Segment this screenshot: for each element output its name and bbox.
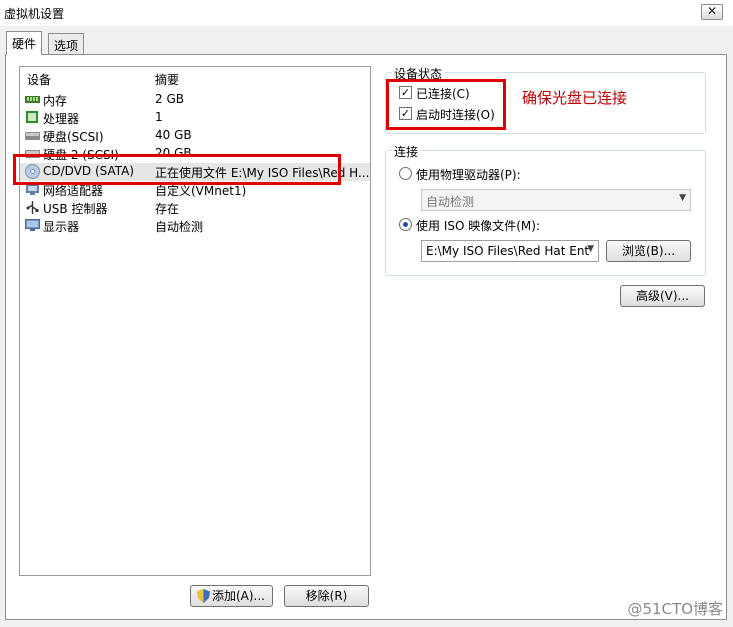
vm-settings-window: 虚拟机设置 ✕ 硬件 选项 设备 摘要 内存 2 GB 处理器 1 硬盘(SCS…: [0, 0, 733, 627]
annotation-text: 确保光盘已连接: [522, 89, 628, 107]
remove-button[interactable]: 移除(R): [284, 585, 369, 607]
advanced-button[interactable]: 高级(V)...: [620, 285, 705, 307]
chevron-down-icon: ▼: [679, 193, 686, 203]
device-row-hard-disk[interactable]: 硬盘(SCSI) 40 GB: [20, 127, 370, 145]
processor-icon: [25, 111, 40, 124]
device-row-memory[interactable]: 内存 2 GB: [20, 91, 370, 109]
device-name: 处理器: [43, 112, 80, 126]
iso-image-label[interactable]: 使用 ISO 映像文件(M):: [416, 217, 540, 234]
device-row-display[interactable]: 显示器 自动检测: [20, 217, 370, 235]
column-header-summary[interactable]: 摘要: [155, 71, 179, 88]
cd-dvd-highlight-box: [13, 154, 341, 185]
device-row-usb-controller[interactable]: USB 控制器 存在: [20, 199, 370, 217]
device-row-processor[interactable]: 处理器 1: [20, 109, 370, 127]
device-summary: 2 GB: [155, 92, 184, 106]
close-button[interactable]: ✕: [701, 4, 723, 20]
device-name: USB 控制器: [43, 202, 108, 216]
connection-label: 连接: [392, 143, 421, 160]
hard-disk-icon: [25, 129, 40, 142]
iso-image-radio[interactable]: [399, 218, 412, 231]
device-summary: 40 GB: [155, 128, 192, 142]
physical-drive-select[interactable]: 自动检测 ▼: [421, 189, 691, 211]
device-name: 内存: [43, 94, 68, 108]
device-summary: 1: [155, 110, 163, 124]
device-list[interactable]: 设备 摘要 内存 2 GB 处理器 1 硬盘(SCSI) 40 GB 硬盘 2 …: [19, 66, 371, 576]
device-summary: 存在: [155, 202, 180, 216]
memory-icon: [25, 93, 40, 106]
usb-icon: [25, 201, 40, 214]
shield-icon: [197, 589, 210, 609]
tab-hardware[interactable]: 硬件: [6, 31, 43, 55]
device-name: 硬盘(SCSI): [43, 130, 104, 144]
device-status-highlight-box: [386, 79, 506, 130]
column-header-device[interactable]: 设备: [27, 71, 51, 88]
tab-options[interactable]: 选项: [48, 33, 85, 55]
window-title: 虚拟机设置: [4, 7, 65, 21]
watermark: @51CTO博客: [627, 600, 723, 618]
title-bar: 虚拟机设置 ✕: [0, 0, 733, 26]
iso-path-value: E:\My ISO Files\Red Hat Ent: [426, 244, 590, 258]
add-button[interactable]: 添加(A)...: [190, 585, 273, 607]
display-icon: [25, 219, 40, 232]
add-button-label: 添加(A)...: [211, 589, 266, 603]
physical-drive-select-value: 自动检测: [426, 195, 475, 209]
device-summary: 自动检测: [155, 220, 204, 234]
iso-path-combo[interactable]: E:\My ISO Files\Red Hat Ent ▼: [421, 240, 599, 262]
physical-drive-radio[interactable]: [399, 167, 412, 180]
browse-button[interactable]: 浏览(B)...: [606, 240, 691, 262]
device-name: 显示器: [43, 220, 80, 234]
physical-drive-label[interactable]: 使用物理驱动器(P):: [416, 166, 521, 183]
chevron-down-icon: ▼: [587, 244, 594, 254]
